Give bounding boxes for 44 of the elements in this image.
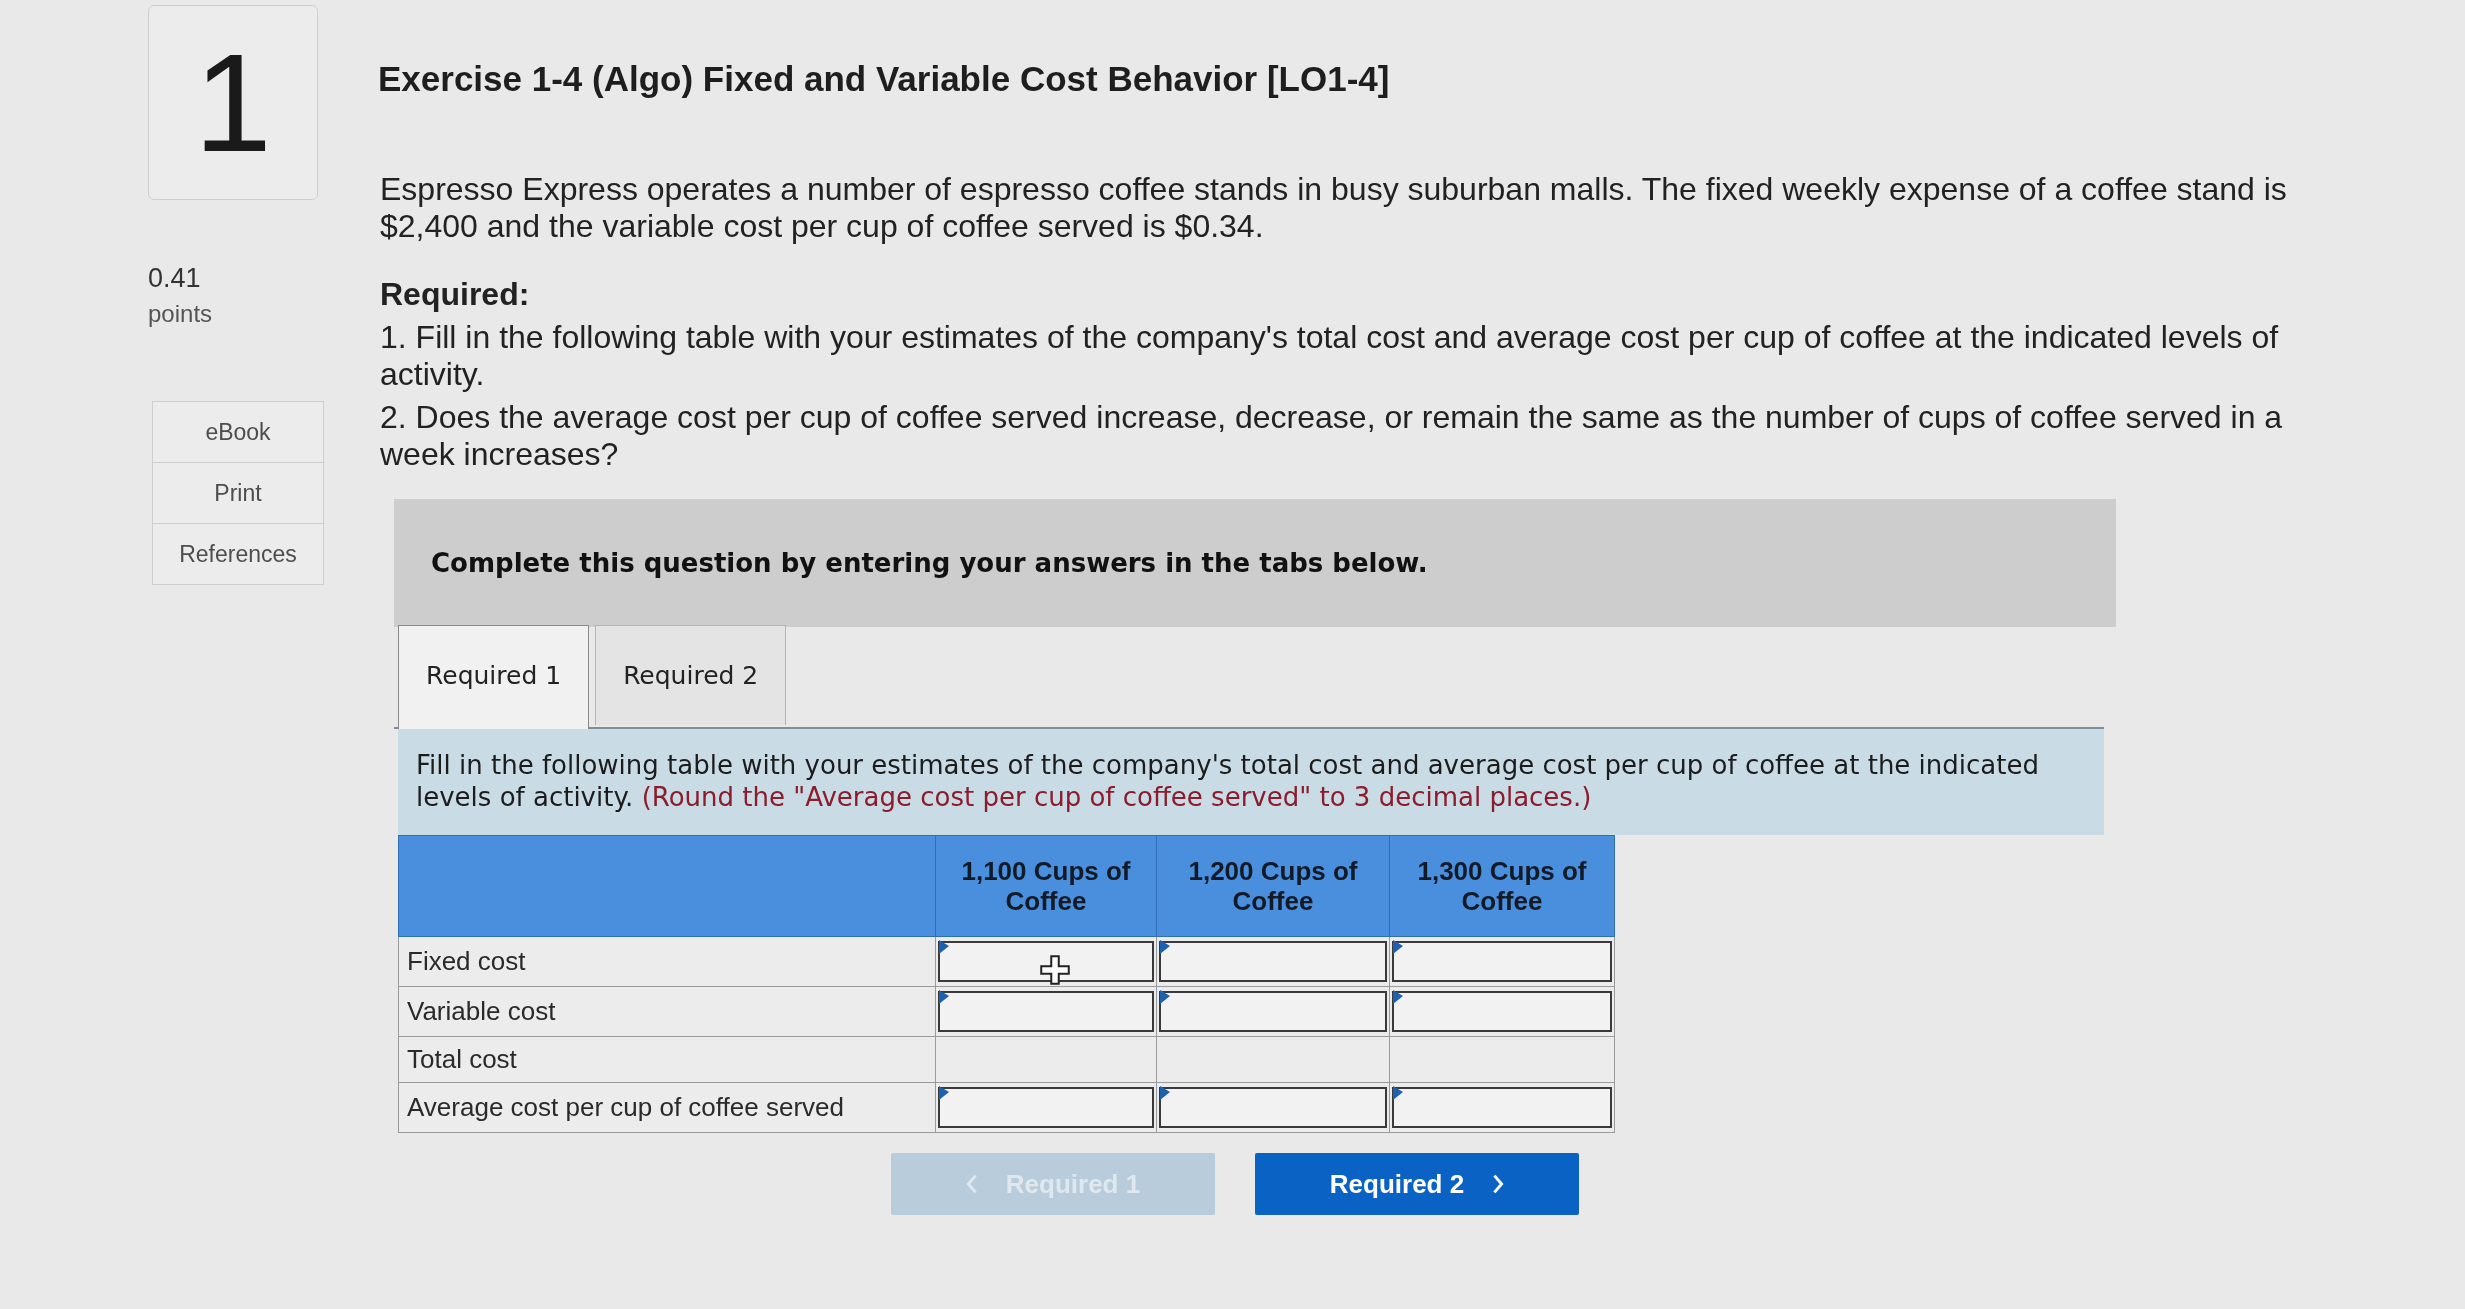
crosshair-cursor-icon (1040, 955, 1070, 985)
exercise-title: Exercise 1-4 (Algo) Fixed and Variable Cost Behavior [LO1-4] (378, 58, 1391, 100)
corner-triangle-icon (939, 940, 949, 954)
intro-paragraph: Espresso Express operates a number of espresso coffee stands in busy suburban malls. The fixed weekly expense of a coffee stand is $2,400 and the variable cost per cup of coffee served is $0.34. (380, 171, 2288, 245)
required-item: 2. Does the average cost per cup of coffee served increase, decrease, or remain the same as the number of cups of coffee served in a week increases? (380, 399, 2284, 473)
column-header: 1,200 Cups of Coffee (1156, 835, 1390, 937)
answer-field[interactable] (1392, 991, 1612, 1032)
corner-triangle-icon (1393, 1086, 1403, 1100)
chevron-right-icon (1492, 1174, 1505, 1194)
next-button[interactable]: Required 2 (1255, 1153, 1579, 1215)
answer-field[interactable] (1159, 941, 1387, 982)
question-number: 1 (148, 5, 318, 200)
row-label: Total cost (398, 1036, 936, 1083)
row-label: Variable cost (398, 986, 936, 1037)
answer-field[interactable] (938, 1087, 1154, 1128)
points-label: points (148, 300, 214, 328)
column-header: 1,100 Cups of Coffee (935, 835, 1157, 937)
sidebar-link[interactable]: eBook (152, 401, 324, 463)
points-value: 0.41 (148, 263, 202, 294)
row-label: Fixed cost (398, 936, 936, 987)
corner-triangle-icon (1160, 940, 1170, 954)
sidebar-link[interactable]: References (152, 523, 324, 585)
answer-field[interactable] (1159, 1087, 1387, 1128)
corner-triangle-icon (1393, 990, 1403, 1004)
required-heading: Required: (380, 275, 531, 313)
banner-text: Complete this question by entering your answers in the tabs below. (431, 548, 1428, 578)
answer-field[interactable] (1392, 1087, 1612, 1128)
corner-triangle-icon (939, 1086, 949, 1100)
required-item: 1. Fill in the following table with your estimates of the company's total cost and average cost per cup of coffee at the indicated levels of activity. (380, 319, 2280, 393)
sidebar-link[interactable]: Print (152, 462, 324, 524)
tab[interactable]: Required 2 (595, 625, 787, 725)
instructions-text: Fill in the following table with your estimates of the company's total cost and average cost per cup of coffee at the indicated levels of activity. (Round the "Average cost per cup of coffee served" to 3 decimal places.) (416, 749, 2040, 813)
column-header: 1,300 Cups of Coffee (1389, 835, 1615, 937)
answer-field[interactable] (1159, 991, 1387, 1032)
tab[interactable]: Required 1 (398, 625, 590, 729)
corner-triangle-icon (1393, 940, 1403, 954)
answer-field[interactable] (938, 991, 1154, 1032)
row-label: Average cost per cup of coffee served (398, 1082, 936, 1133)
corner-triangle-icon (1160, 990, 1170, 1004)
chevron-left-icon (965, 1174, 978, 1194)
answer-field[interactable] (1392, 941, 1612, 982)
corner-triangle-icon (939, 990, 949, 1004)
corner-triangle-icon (1160, 1086, 1170, 1100)
answer-field[interactable] (938, 941, 1154, 982)
